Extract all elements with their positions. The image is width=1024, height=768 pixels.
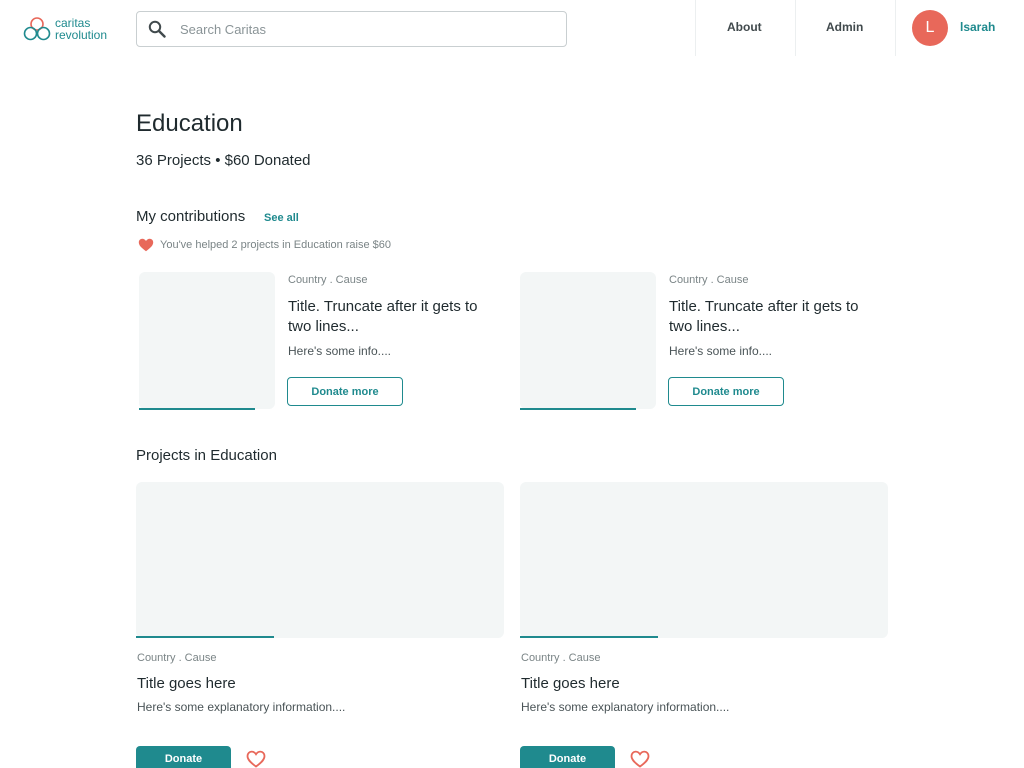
heart-outline-icon[interactable] [246,750,266,768]
category-stats: 36 Projects • $60 Donated [136,152,311,169]
funding-progress-bar [136,636,504,638]
funding-progress-fill [136,636,274,638]
contribution-card[interactable]: Country . Cause Title. Truncate after it… [517,272,887,410]
funding-progress-fill [520,636,658,638]
donate-more-button[interactable]: Donate more [287,377,403,406]
project-card[interactable]: Country . Cause Title goes here Here's s… [136,482,504,768]
heart-outline-icon[interactable] [630,750,650,768]
project-info: Here's some explanatory information.... [521,700,730,714]
project-thumbnail[interactable] [520,272,656,409]
donate-button[interactable]: Donate [136,746,231,768]
project-image[interactable] [136,482,504,638]
caritas-logo-icon [23,17,51,41]
logo-wordmark: caritas revolution [55,17,107,41]
nav-divider [795,0,796,56]
caritas-logo[interactable]: caritas revolution [23,16,107,42]
project-meta: Country . Cause [137,652,217,664]
project-title[interactable]: Title. Truncate after it gets to two lin… [288,297,503,337]
logo-line-2: revolution [55,28,108,42]
project-info: Here's some info.... [669,344,772,358]
project-title[interactable]: Title goes here [137,675,236,692]
contribution-card[interactable]: Country . Cause Title. Truncate after it… [136,272,506,410]
search-box[interactable] [136,11,567,47]
nav-link-about[interactable]: About [727,20,762,34]
page-title: Education [136,110,243,137]
top-navigation-bar: caritas revolution About Admin L lsarah [0,0,1024,56]
project-info: Here's some explanatory information.... [137,700,346,714]
nav-link-admin[interactable]: Admin [826,20,863,34]
funding-progress-bar [520,408,656,410]
project-image[interactable] [520,482,888,638]
user-name-link[interactable]: lsarah [960,20,995,34]
project-thumbnail[interactable] [139,272,275,409]
funding-progress-bar [520,636,888,638]
funding-progress-fill [139,408,255,410]
project-meta: Country . Cause [521,652,601,664]
donate-more-button[interactable]: Donate more [668,377,784,406]
project-title[interactable]: Title goes here [521,675,620,692]
search-icon[interactable] [137,12,177,46]
funding-progress-fill [520,408,636,410]
search-input[interactable] [180,21,540,37]
funding-progress-bar [139,408,275,410]
avatar-initial: L [925,19,935,36]
heart-filled-icon [138,238,154,252]
see-all-link[interactable]: See all [264,212,299,224]
project-meta: Country . Cause [669,274,749,286]
projects-heading: Projects in Education [136,447,277,464]
nav-divider [895,0,896,56]
user-avatar[interactable]: L [912,10,948,46]
project-title[interactable]: Title. Truncate after it gets to two lin… [669,297,884,337]
project-meta: Country . Cause [288,274,368,286]
my-contributions-heading: My contributions [136,208,246,225]
helped-text: You've helped 2 projects in Education ra… [160,239,392,251]
project-info: Here's some info.... [288,344,391,358]
donate-button[interactable]: Donate [520,746,615,768]
nav-divider [695,0,696,56]
helped-summary: You've helped 2 projects in Education ra… [138,238,391,252]
project-card[interactable]: Country . Cause Title goes here Here's s… [520,482,888,768]
